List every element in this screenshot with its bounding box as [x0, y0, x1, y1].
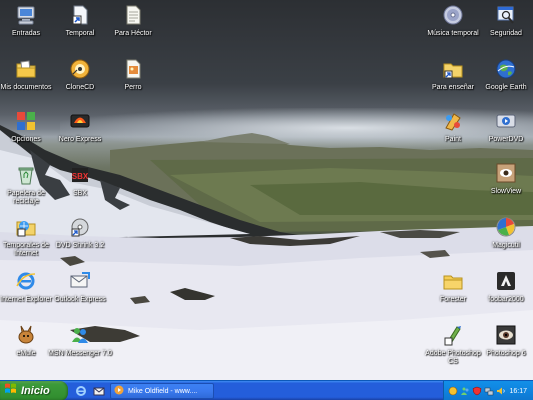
desktop-icon-label: Perro [124, 84, 142, 91]
media-player-icon [114, 382, 124, 400]
photoshop-6-icon [493, 322, 519, 348]
shield-tray-icon[interactable] [472, 386, 482, 396]
desktop-icon-photoshop-6[interactable]: Photoshop 6 [476, 322, 533, 358]
control-panel-icon [13, 108, 39, 134]
desktop-icon-para-hector[interactable]: Para Héctor [103, 2, 163, 38]
paint-icon [440, 108, 466, 134]
desktop-icon-label: DVD Shrink 3.2 [55, 242, 105, 249]
desktop-icon-label: SBX [72, 190, 87, 197]
desktop-icon-label: SlowView [490, 188, 522, 195]
desktop-icon-label: Google Earth [485, 84, 527, 91]
svg-text:SBX: SBX [72, 172, 89, 181]
photoshop-cs-icon [440, 322, 466, 348]
slowview-icon [493, 160, 519, 186]
quick-launch [74, 384, 106, 398]
sbx-icon: SBX [67, 162, 93, 188]
outlook-express-icon [67, 268, 93, 294]
taskbar-window-button[interactable]: Mike Oldfield - www.... [110, 383, 214, 399]
clock[interactable]: 16:17 [509, 388, 527, 395]
desktop-icon-label: Outlook Express [54, 296, 106, 303]
desktop-icon-temporales-internet[interactable]: Temporales de Internet [0, 214, 56, 258]
system-tray: 16:17 [443, 381, 533, 400]
foobar2000-icon [493, 268, 519, 294]
desktop-icon-papelera[interactable]: Papelera de reciclaje [0, 162, 56, 206]
desktop-icon-label: Seguridad [490, 30, 522, 37]
desktop-icon-slowview[interactable]: SlowView [476, 160, 533, 196]
desktop-icon-foobar2000[interactable]: foobar2000 [476, 268, 533, 304]
taskbar: Inicio Mike Oldfield - www.... 16:17 [0, 380, 533, 400]
folder-shortcut-icon [440, 56, 466, 82]
my-documents-icon [13, 56, 39, 82]
msn-tray-icon[interactable] [460, 386, 470, 396]
desktop-icon-powerdvd[interactable]: PowerDVD [476, 108, 533, 144]
start-button[interactable]: Inicio [0, 381, 68, 400]
computer-icon [13, 2, 39, 28]
desktop-icon-photoshop-cs[interactable]: Adobe Photoshop CS [423, 322, 483, 366]
powerdvd-icon [493, 108, 519, 134]
emule-icon [13, 322, 39, 348]
volume-tray-icon[interactable] [496, 386, 506, 396]
msn-messenger-icon [67, 322, 93, 348]
desktop-icon-sbx[interactable]: SBX SBX [50, 162, 110, 198]
clonecd-icon [67, 56, 93, 82]
shortcut-document-icon [67, 2, 93, 28]
music-cd-icon [440, 2, 466, 28]
desktop-icon-perro[interactable]: Perro [103, 56, 163, 92]
emule-tray-icon[interactable] [448, 386, 458, 396]
desktop-icon-label: foobar2000 [488, 296, 524, 303]
desktop[interactable]: Entradas Temporal Para Héctor Música tem… [0, 0, 533, 380]
start-label: Inicio [21, 385, 50, 397]
text-document-icon [120, 2, 146, 28]
recycle-bin-icon [13, 162, 39, 188]
desktop-icon-outlook-express[interactable]: Outlook Express [50, 268, 110, 304]
desktop-icon-nero-express[interactable]: Nero Express [50, 108, 110, 144]
folder-icon [440, 268, 466, 294]
desktop-icon-magicutil[interactable]: Magicutil [476, 214, 533, 250]
desktop-icon-google-earth[interactable]: Google Earth [476, 56, 533, 92]
google-earth-icon [493, 56, 519, 82]
search-window-icon [493, 2, 519, 28]
internet-explorer-icon [13, 268, 39, 294]
desktop-icon-label: MSN Messenger 7.0 [48, 350, 112, 357]
image-file-icon [120, 56, 146, 82]
magicutil-icon [493, 214, 519, 240]
taskbar-window-label: Mike Oldfield - www.... [128, 387, 198, 395]
desktop-icon-seguridad[interactable]: Seguridad [476, 2, 533, 38]
desktop-icon-label: PowerDVD [488, 136, 524, 143]
internet-explorer-icon[interactable] [74, 384, 88, 398]
windows-logo-icon [4, 382, 17, 400]
desktop-icon-label: Photoshop 6 [486, 350, 526, 357]
internet-temp-icon [13, 214, 39, 240]
nero-express-icon [67, 108, 93, 134]
outlook-express-icon[interactable] [92, 384, 106, 398]
desktop-icon-msn-messenger[interactable]: MSN Messenger 7.0 [48, 322, 112, 358]
dvd-shrink-icon [67, 214, 93, 240]
network-tray-icon[interactable] [484, 386, 494, 396]
desktop-icon-label: Para Héctor [114, 30, 152, 37]
desktop-icon-label: Nero Express [58, 136, 102, 143]
desktop-icon-label: Magicutil [492, 242, 520, 249]
desktop-icon-dvd-shrink[interactable]: DVD Shrink 3.2 [50, 214, 110, 250]
